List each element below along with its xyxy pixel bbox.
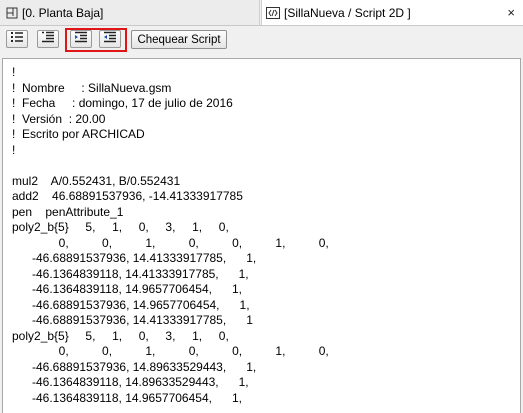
close-icon[interactable]: × bbox=[507, 5, 515, 20]
code-line: -46.68891537936, 14.41333917785, 1 bbox=[12, 313, 253, 327]
tab-label: [0. Planta Baja] bbox=[22, 5, 104, 20]
script-code-icon bbox=[266, 6, 280, 19]
code-line: ! Escrito por ARCHICAD bbox=[12, 127, 145, 141]
code-line: add2 46.68891537936, -14.41333917785 bbox=[12, 189, 243, 203]
code-line: -46.68891537936, 14.41333917785, 1, bbox=[12, 251, 257, 265]
list-bullet-button[interactable] bbox=[6, 30, 28, 48]
tab-label: [SillaNueva / Script 2D ] bbox=[284, 5, 411, 20]
code-line: -46.1364839118, 14.9657706454, 1, bbox=[12, 390, 242, 405]
code-line: ! Versión : 20.00 bbox=[12, 111, 106, 126]
tab-bar: [0. Planta Baja] [SillaNueva / Script 2D… bbox=[0, 0, 523, 26]
tab-script-2d[interactable]: [SillaNueva / Script 2D ] × bbox=[261, 0, 523, 25]
code-line: -46.1364839118, 14.9657706454, 1, bbox=[12, 282, 242, 296]
code-line: ! bbox=[12, 142, 16, 157]
code-line: pen penAttribute_1 bbox=[12, 204, 124, 219]
script-editor[interactable]: !! Nombre : SillaNueva.gsm! Fecha : domi… bbox=[2, 58, 521, 413]
code-line: -46.1364839118, 14.41333917785, 1, bbox=[12, 266, 249, 281]
indent-increase-icon bbox=[74, 30, 88, 48]
indent-increase-button[interactable] bbox=[70, 30, 92, 48]
code-line: -46.1364839118, 14.89633529443, 1, bbox=[12, 375, 249, 389]
code-line: 0, 0, 1, 0, 0, 1, 0, bbox=[12, 235, 329, 250]
list-align-button[interactable] bbox=[37, 30, 59, 48]
code-line: 0, 0, 1, 0, 0, 1, 0, bbox=[12, 344, 329, 358]
list-align-icon bbox=[41, 30, 55, 48]
floor-plan-icon bbox=[6, 7, 18, 19]
code-line: -46.68891537936, 14.89633529443, 1, bbox=[12, 359, 257, 374]
code-line: poly2_b{5} 5, 1, 0, 3, 1, 0, bbox=[12, 220, 229, 234]
code-line: -46.68891537936, 14.9657706454, 1, bbox=[12, 297, 250, 312]
check-script-button[interactable]: Chequear Script bbox=[131, 30, 227, 49]
list-bullet-icon bbox=[10, 30, 24, 48]
code-line: ! Nombre : SillaNueva.gsm bbox=[12, 80, 172, 95]
script-text: !! Nombre : SillaNueva.gsm! Fecha : domi… bbox=[12, 65, 329, 406]
indent-decrease-icon bbox=[103, 30, 117, 48]
code-line: poly2_b{5} 5, 1, 0, 3, 1, 0, bbox=[12, 328, 229, 343]
code-line: ! Fecha : domingo, 17 de julio de 2016 bbox=[12, 96, 233, 110]
code-line: ! bbox=[12, 65, 16, 79]
tab-planta-baja[interactable]: [0. Planta Baja] bbox=[0, 0, 260, 25]
code-line: mul2 A/0.552431, B/0.552431 bbox=[12, 173, 181, 188]
indent-decrease-button[interactable] bbox=[99, 30, 121, 48]
